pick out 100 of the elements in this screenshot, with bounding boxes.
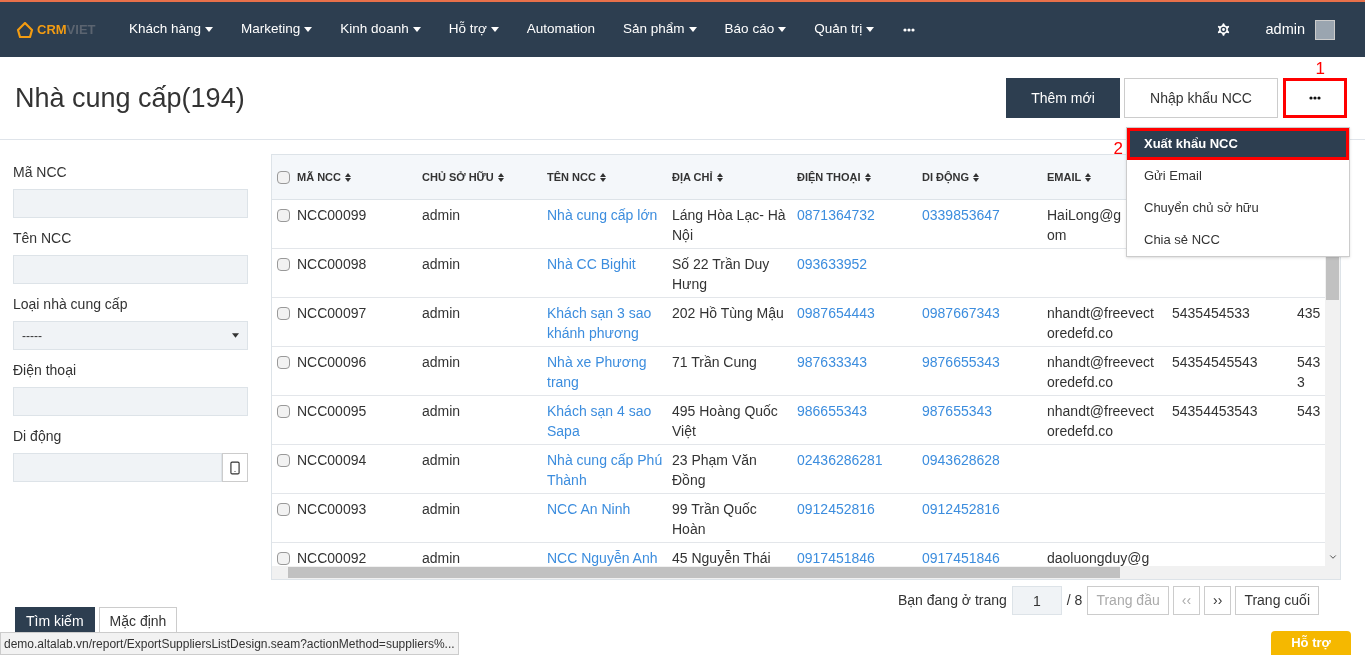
sort-icon[interactable] (599, 172, 606, 182)
table-cell-text: admin (422, 206, 461, 225)
scrollbar-thumb[interactable] (1326, 255, 1339, 300)
row-checkbox[interactable] (277, 552, 290, 565)
column-header[interactable]: EMAIL (1047, 168, 1092, 186)
phone-icon (228, 460, 242, 475)
table-link[interactable]: Khách sạn 3 sao khánh phương (547, 303, 666, 343)
table-link[interactable]: 0912452816 (797, 499, 875, 519)
row-checkbox[interactable] (277, 405, 290, 418)
table-link[interactable]: Nhà cung cấp lớn (547, 205, 658, 225)
table-link[interactable]: 0912452816 (922, 499, 1000, 519)
table-link[interactable]: 0943628628 (922, 450, 1000, 470)
table-link[interactable]: 0871364732 (797, 205, 875, 225)
page-title: Nhà cung cấp(194) (15, 81, 246, 115)
caret-icon (412, 27, 421, 32)
sort-icon[interactable] (973, 172, 980, 182)
nav-menu-item[interactable]: Kinh doanh (327, 19, 434, 40)
column-header[interactable]: TÊN NCC (547, 168, 606, 186)
table-link[interactable]: 987655343 (922, 401, 993, 421)
table-cell-text: nhandt@freevect oredefd.co (1047, 402, 1154, 441)
filter-input[interactable] (13, 255, 248, 284)
scroll-down-icon[interactable] (1327, 552, 1338, 562)
table-cell-text: admin (422, 451, 461, 470)
table-link[interactable]: 9876655343 (922, 352, 1000, 372)
search-button[interactable]: Tìm kiếm (15, 607, 95, 635)
table-link[interactable]: Nhà CC Bighit (547, 254, 636, 274)
table-link[interactable]: NCC An Ninh (547, 499, 631, 519)
next-page-button[interactable]: ›› (1204, 586, 1232, 615)
reset-button[interactable]: Mặc định (98, 607, 178, 635)
nav-menu-item[interactable]: Marketing (228, 19, 326, 40)
filter-input[interactable] (13, 453, 222, 482)
row-checkbox[interactable] (277, 454, 290, 467)
table-link[interactable]: 0917451846 (922, 548, 1000, 566)
table-cell-text: admin (422, 255, 461, 274)
table-cell-text: 54354545543 (1172, 353, 1258, 372)
menu-item[interactable]: Gửi Email (1127, 160, 1349, 192)
caret-icon (490, 27, 499, 32)
horizontal-scrollbar[interactable] (272, 566, 1340, 579)
menu-item[interactable]: Chuyển chủ sở hữu (1127, 192, 1349, 224)
table-cell-text: admin (422, 549, 461, 566)
row-checkbox[interactable] (277, 209, 290, 222)
filter-input[interactable] (13, 387, 248, 416)
menu-item[interactable]: Xuất khẩu NCC (1127, 128, 1349, 160)
caret-icon (688, 27, 697, 32)
column-header[interactable]: MÃ NCC (297, 168, 351, 186)
row-checkbox[interactable] (277, 356, 290, 369)
nav-menu-item[interactable]: Quản trị (801, 19, 888, 40)
sort-icon[interactable] (864, 172, 871, 182)
filter-select[interactable]: ----- (13, 321, 248, 350)
nav-menu-item[interactable]: Báo cáo (711, 19, 800, 40)
table-cell-text: NCC00093 (297, 500, 367, 519)
row-checkbox[interactable] (277, 307, 290, 320)
column-header[interactable]: CHỦ SỞ HỮU (422, 168, 504, 186)
table-link[interactable]: Khách sạn 4 sao Sapa (547, 401, 666, 441)
settings-icon[interactable] (1214, 21, 1232, 38)
import-button[interactable]: Nhập khẩu NCC (1124, 78, 1278, 118)
table-cell-text: 45 Nguyễn Thái (672, 549, 771, 566)
table-cell-text: daoluongduy@g (1047, 549, 1150, 566)
sort-icon[interactable] (1085, 172, 1092, 182)
scrollbar-thumb[interactable] (288, 567, 1120, 578)
column-header[interactable]: ĐIỆN THOẠI (797, 168, 871, 186)
column-header[interactable]: DI ĐỘNG (922, 168, 980, 186)
sort-icon[interactable] (345, 172, 351, 182)
table-cell-text: nhandt@freevect oredefd.co (1047, 304, 1154, 343)
caret-icon (866, 27, 875, 32)
row-checkbox[interactable] (277, 258, 290, 271)
column-header[interactable]: ĐỊA CHỈ (672, 168, 723, 186)
menu-item[interactable]: Chia sẻ NCC (1127, 224, 1349, 256)
page-input[interactable]: 1 (1011, 586, 1062, 615)
nav-menu-item[interactable]: Sản phẩm (610, 19, 710, 40)
table-link[interactable]: 987633343 (797, 352, 868, 372)
filter-input[interactable] (13, 189, 248, 218)
table-cell-text: 71 Trần Cung (672, 353, 757, 372)
sort-icon[interactable] (497, 172, 504, 182)
last-page-button[interactable]: Trang cuối (1235, 586, 1319, 615)
sort-icon[interactable] (716, 172, 723, 182)
phone-button[interactable] (222, 453, 248, 482)
table-link[interactable]: 0917451846 (797, 548, 875, 566)
table-link[interactable]: 986655343 (797, 401, 868, 421)
more-icon (903, 27, 916, 32)
table-link[interactable]: 0339853647 (922, 205, 1000, 225)
row-checkbox[interactable] (277, 170, 290, 184)
user-name[interactable]: admin (1265, 18, 1305, 41)
row-checkbox[interactable] (277, 503, 290, 516)
table-link[interactable]: Nhà xe Phương trang (547, 352, 666, 392)
nav-menu-item[interactable]: Automation (513, 19, 609, 40)
nav-menu-item[interactable]: Khách hàng (116, 19, 227, 40)
add-new-button[interactable]: Thêm mới (1006, 78, 1120, 118)
table-link[interactable]: 0987654443 (797, 303, 875, 323)
table-link[interactable]: NCC Nguyễn Anh (547, 548, 658, 566)
table-link[interactable]: 02436286281 (797, 450, 883, 470)
more-actions-button[interactable] (1283, 78, 1347, 118)
avatar-placeholder[interactable] (1315, 19, 1335, 40)
table-link[interactable]: 093633952 (797, 254, 868, 274)
status-url: demo.altalab.vn/report/ExportSuppliersListDesign.seam?actionMethod=suppliers%... (0, 632, 459, 655)
more-icon (1309, 96, 1321, 100)
table-cell-text: admin (422, 304, 461, 323)
table-link[interactable]: 0987667343 (922, 303, 1000, 323)
nav-menu-item[interactable]: Hỗ trợ (435, 19, 512, 40)
table-link[interactable]: Nhà cung cấp Phú Thành (547, 450, 666, 490)
